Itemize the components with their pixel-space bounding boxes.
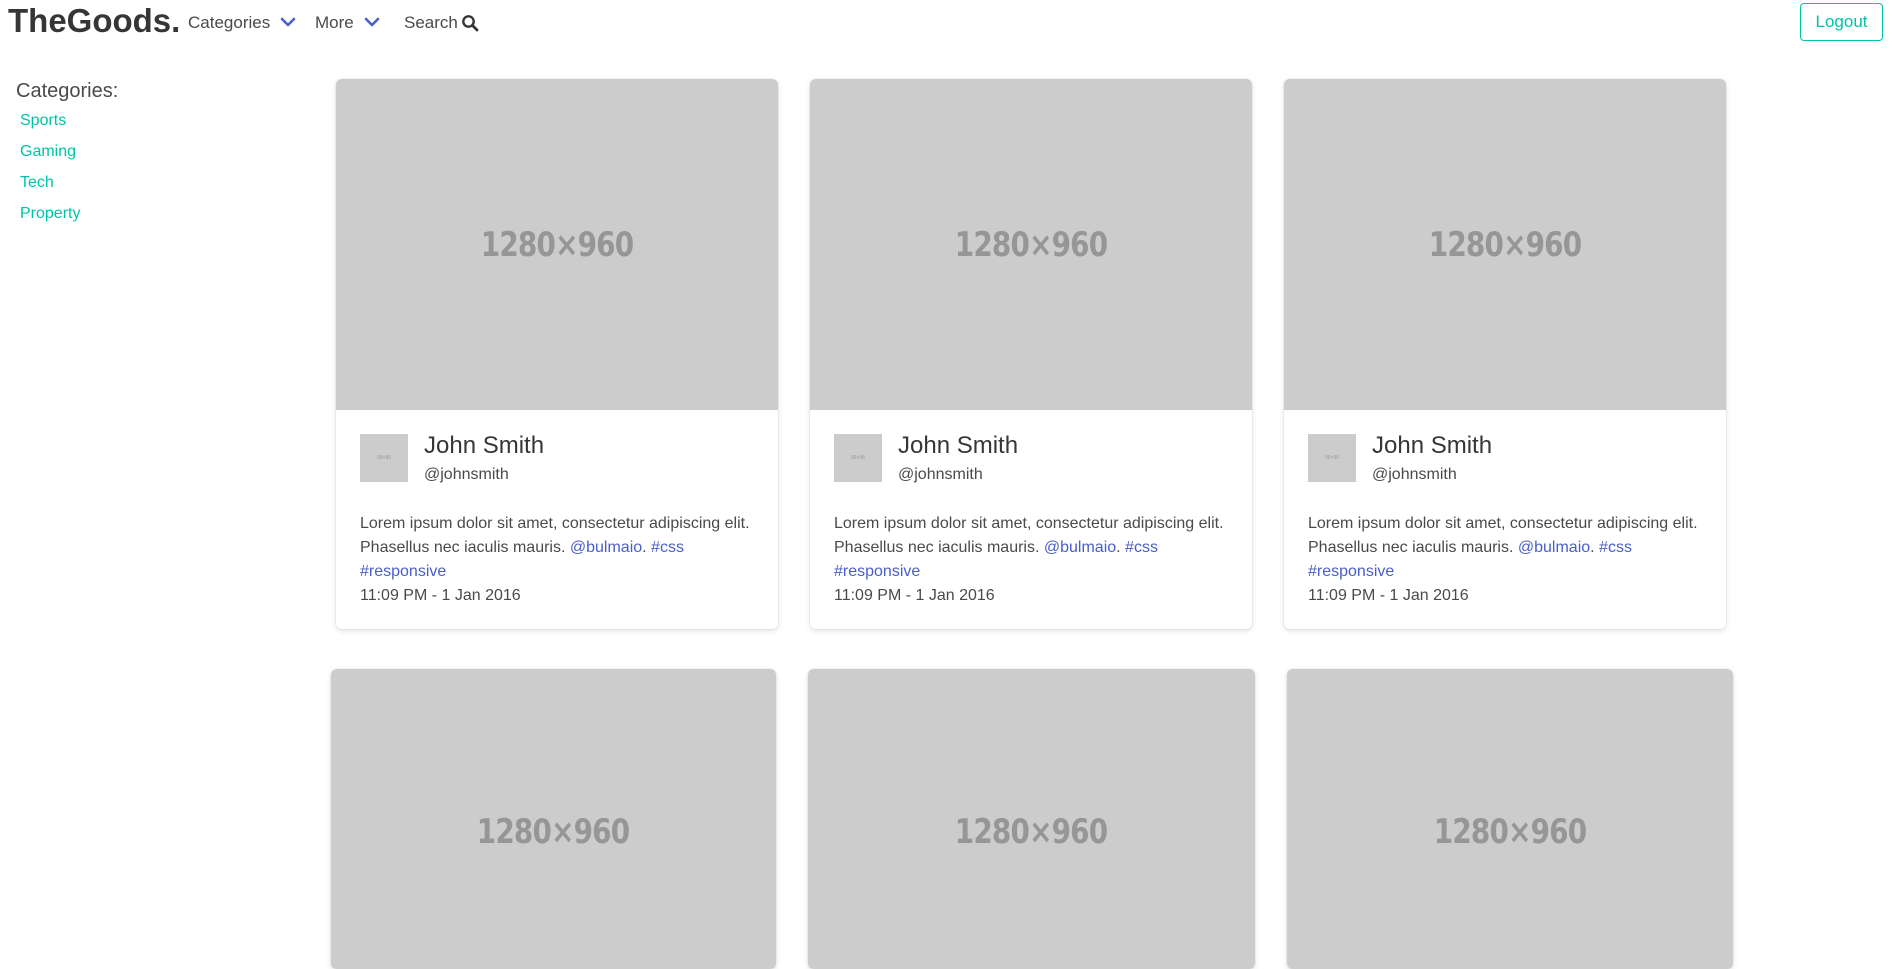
hashtag-link[interactable]: #responsive	[1308, 563, 1394, 580]
sidebar-item-sports[interactable]: Sports	[16, 108, 266, 134]
image-size-label: 1280×960	[954, 224, 1108, 265]
hashtag-link[interactable]: #css	[1125, 539, 1158, 556]
post-timestamp: 11:09 PM - 1 Jan 2016	[1308, 587, 1469, 604]
post-body: Lorem ipsum dolor sit amet, consectetur …	[834, 515, 1224, 556]
avatar-size-label: 96×96	[376, 455, 392, 461]
image-size-label: 1280×960	[1428, 224, 1582, 265]
brand-logo[interactable]: TheGoods.	[8, 2, 180, 40]
author-handle: @johnsmith	[898, 466, 983, 483]
chevron-down-icon	[280, 17, 296, 27]
post-body: Lorem ipsum dolor sit amet, consectetur …	[360, 515, 750, 556]
author-handle: @johnsmith	[424, 466, 509, 483]
post-card: 1280×960 96×96 John Smith @johnsmith Lor…	[336, 79, 778, 629]
post-card: 1280×960	[808, 669, 1255, 969]
image-size-label: 1280×960	[955, 812, 1108, 852]
hashtag-link[interactable]: #css	[1599, 539, 1632, 556]
search-icon	[461, 15, 479, 32]
hashtag-link[interactable]: #responsive	[360, 563, 446, 580]
more-dropdown-label: More	[315, 13, 354, 32]
card-image-placeholder: 1280×960	[808, 669, 1255, 969]
author-name: John Smith	[898, 432, 1019, 459]
avatar: 96×96	[360, 434, 408, 482]
avatar: 96×96	[834, 434, 882, 482]
more-dropdown[interactable]: More	[315, 12, 382, 34]
image-size-label: 1280×960	[480, 224, 634, 265]
mention-link[interactable]: @bulmaio	[1518, 539, 1590, 556]
sidebar: Categories: Sports Gaming Tech Property	[16, 78, 266, 232]
post-timestamp: 11:09 PM - 1 Jan 2016	[834, 587, 995, 604]
sidebar-title: Categories:	[16, 80, 119, 102]
logout-button[interactable]: Logout	[1800, 3, 1883, 41]
card-image-placeholder: 1280×960	[810, 79, 1252, 410]
author-name: John Smith	[1372, 432, 1493, 459]
search-link-label: Search	[404, 13, 458, 32]
post-timestamp: 11:09 PM - 1 Jan 2016	[360, 587, 521, 604]
mention-link[interactable]: @bulmaio	[570, 539, 642, 556]
navbar: TheGoods. Categories More Search Logout	[0, 0, 1892, 45]
author-handle: @johnsmith	[1372, 466, 1457, 483]
author-name: John Smith	[424, 432, 545, 459]
post-card: 1280×960	[331, 669, 776, 969]
card-image-placeholder: 1280×960	[336, 79, 778, 410]
chevron-down-icon	[364, 17, 380, 27]
sidebar-item-tech[interactable]: Tech	[16, 170, 266, 196]
categories-dropdown-label: Categories	[188, 13, 271, 32]
post-body: Lorem ipsum dolor sit amet, consectetur …	[1308, 515, 1698, 556]
post-card: 1280×960	[1287, 669, 1733, 969]
sidebar-item-property[interactable]: Property	[16, 201, 266, 227]
card-image-placeholder: 1280×960	[1287, 669, 1733, 969]
image-size-label: 1280×960	[477, 812, 630, 852]
card-image-placeholder: 1280×960	[331, 669, 776, 969]
card-image-placeholder: 1280×960	[1284, 79, 1726, 410]
avatar-size-label: 96×96	[1324, 455, 1340, 461]
mention-link[interactable]: @bulmaio	[1044, 539, 1116, 556]
post-card: 1280×960 96×96 John Smith @johnsmith Lor…	[810, 79, 1252, 629]
card-text: Lorem ipsum dolor sit amet, consectetur …	[360, 515, 750, 604]
avatar-size-label: 96×96	[850, 455, 866, 461]
hashtag-link[interactable]: #responsive	[834, 563, 920, 580]
search-link[interactable]: Search	[404, 12, 479, 34]
hashtag-link[interactable]: #css	[651, 539, 684, 556]
card-text: Lorem ipsum dolor sit amet, consectetur …	[1308, 515, 1698, 604]
post-card: 1280×960 96×96 John Smith @johnsmith Lor…	[1284, 79, 1726, 629]
sidebar-item-gaming[interactable]: Gaming	[16, 139, 266, 165]
categories-dropdown[interactable]: Categories	[188, 12, 298, 34]
image-size-label: 1280×960	[1433, 812, 1587, 852]
card-text: Lorem ipsum dolor sit amet, consectetur …	[834, 515, 1224, 604]
avatar: 96×96	[1308, 434, 1356, 482]
category-list: Sports Gaming Tech Property	[16, 108, 266, 227]
